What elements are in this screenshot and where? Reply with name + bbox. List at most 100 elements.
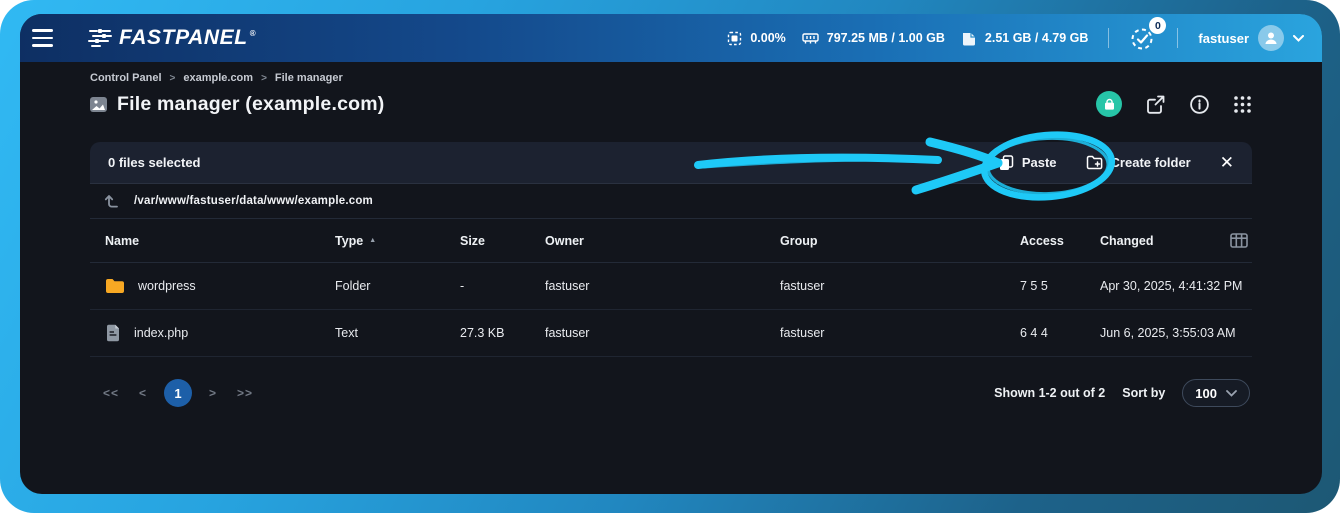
chevron-down-icon bbox=[1293, 35, 1304, 42]
next-page-button[interactable]: > bbox=[200, 386, 226, 400]
brand-logo[interactable]: FASTPANEL ® bbox=[88, 26, 256, 50]
user-menu[interactable]: fastuser bbox=[1198, 25, 1304, 51]
cpu-icon bbox=[727, 31, 742, 46]
prev-page-button[interactable]: < bbox=[130, 386, 156, 400]
table-row[interactable]: index.php Text 27.3 KB fastuser fastuser… bbox=[90, 310, 1252, 357]
file-name: wordpress bbox=[138, 279, 196, 293]
paste-button[interactable]: Paste bbox=[999, 155, 1057, 171]
column-header-changed[interactable]: Changed bbox=[1100, 233, 1252, 248]
breadcrumb-control-panel[interactable]: Control Panel bbox=[90, 72, 162, 84]
file-group: fastuser bbox=[780, 326, 1020, 340]
bag-icon bbox=[1103, 98, 1116, 111]
per-page-value: 100 bbox=[1195, 386, 1217, 401]
hamburger-icon[interactable] bbox=[32, 26, 62, 50]
apps-menu-button[interactable] bbox=[1233, 95, 1252, 114]
folder-plus-icon bbox=[1086, 155, 1103, 170]
disk-icon bbox=[961, 31, 977, 46]
file-name: index.php bbox=[134, 326, 188, 340]
file-changed: Apr 30, 2025, 4:41:32 PM bbox=[1100, 279, 1252, 293]
column-label: Owner bbox=[545, 234, 584, 248]
breadcrumb: Control Panel > example.com > File manag… bbox=[90, 72, 1252, 84]
file-name-cell: wordpress bbox=[105, 278, 335, 294]
disk-value: 2.51 GB / 4.79 GB bbox=[985, 31, 1089, 45]
logo-text: FASTPANEL bbox=[119, 26, 248, 50]
pagination: << < 1 > >> Shown 1-2 out of 2 Sort by 1… bbox=[90, 379, 1252, 407]
up-directory-icon[interactable] bbox=[104, 193, 121, 210]
cpu-value: 0.00% bbox=[750, 31, 785, 45]
current-path: /var/www/fastuser/data/www/example.com bbox=[134, 195, 373, 207]
table-header: Name Type ▲ Size Owner Group Access bbox=[90, 219, 1252, 263]
marketplace-button[interactable] bbox=[1096, 91, 1122, 117]
current-page-button[interactable]: 1 bbox=[164, 379, 192, 407]
logo-registered-mark: ® bbox=[250, 29, 256, 38]
pagination-right: Shown 1-2 out of 2 Sort by 100 bbox=[994, 379, 1250, 407]
file-access: 6 4 4 bbox=[1020, 326, 1100, 340]
open-external-button[interactable] bbox=[1145, 94, 1166, 115]
column-label: Type bbox=[335, 234, 363, 248]
page-title: File manager (example.com) bbox=[117, 93, 384, 116]
shown-summary: Shown 1-2 out of 2 bbox=[994, 386, 1105, 400]
app-window: FASTPANEL ® 0.00% bbox=[20, 14, 1322, 494]
tasks-button[interactable]: 0 bbox=[1129, 24, 1157, 52]
column-label: Group bbox=[780, 234, 818, 248]
paste-label: Paste bbox=[1022, 155, 1057, 170]
cpu-stat: 0.00% bbox=[727, 31, 785, 46]
column-header-type[interactable]: Type ▲ bbox=[335, 234, 460, 248]
file-owner: fastuser bbox=[545, 326, 780, 340]
first-page-button[interactable]: << bbox=[98, 386, 124, 400]
divider bbox=[1108, 28, 1109, 48]
path-bar: /var/www/fastuser/data/www/example.com bbox=[90, 184, 1252, 219]
breadcrumb-separator: > bbox=[261, 73, 267, 84]
columns-icon bbox=[1230, 233, 1248, 248]
external-link-icon bbox=[1145, 94, 1166, 115]
selection-count: 0 files selected bbox=[108, 155, 201, 170]
column-header-owner[interactable]: Owner bbox=[545, 234, 780, 248]
breadcrumb-separator: > bbox=[170, 73, 176, 84]
divider bbox=[1177, 28, 1178, 48]
column-header-size[interactable]: Size bbox=[460, 234, 545, 248]
column-header-group[interactable]: Group bbox=[780, 234, 1020, 248]
columns-settings-button[interactable] bbox=[1230, 233, 1248, 248]
breadcrumb-file-manager[interactable]: File manager bbox=[275, 72, 343, 84]
column-label: Changed bbox=[1100, 234, 1153, 248]
file-size: - bbox=[460, 279, 545, 293]
selection-toolbar: 0 files selected Paste bbox=[90, 142, 1252, 184]
table-row[interactable]: wordpress Folder - fastuser fastuser 7 5… bbox=[90, 263, 1252, 310]
avatar bbox=[1258, 25, 1284, 51]
paste-icon bbox=[999, 155, 1014, 171]
avatar-icon bbox=[1263, 30, 1279, 46]
close-icon[interactable]: ✕ bbox=[1220, 154, 1234, 171]
image-icon bbox=[90, 97, 107, 112]
toolbar-actions: Paste Create folder ✕ bbox=[999, 154, 1234, 171]
folder-icon bbox=[105, 278, 125, 294]
column-header-name[interactable]: Name bbox=[105, 234, 335, 248]
per-page-select[interactable]: 100 bbox=[1182, 379, 1250, 407]
page-nav: << < 1 > >> bbox=[98, 379, 258, 407]
top-bar: FASTPANEL ® 0.00% bbox=[20, 14, 1322, 62]
sort-asc-icon: ▲ bbox=[369, 237, 376, 244]
memory-stat: 797.25 MB / 1.00 GB bbox=[802, 31, 945, 45]
info-button[interactable] bbox=[1189, 94, 1210, 115]
equalizer-icon bbox=[88, 28, 112, 48]
column-label: Access bbox=[1020, 234, 1064, 248]
breadcrumb-site[interactable]: example.com bbox=[183, 72, 253, 84]
file-icon bbox=[105, 324, 121, 342]
file-access: 7 5 5 bbox=[1020, 279, 1100, 293]
grid-icon bbox=[1233, 95, 1252, 114]
title-row: File manager (example.com) bbox=[90, 91, 1252, 117]
disk-stat: 2.51 GB / 4.79 GB bbox=[961, 31, 1089, 46]
column-header-access[interactable]: Access bbox=[1020, 234, 1100, 248]
file-owner: fastuser bbox=[545, 279, 780, 293]
memory-value: 797.25 MB / 1.00 GB bbox=[827, 31, 945, 45]
resource-stats: 0.00% 797.25 MB / 1.00 GB bbox=[727, 24, 1304, 52]
tasks-count-badge: 0 bbox=[1149, 17, 1166, 34]
file-group: fastuser bbox=[780, 279, 1020, 293]
screenshot-stage: FASTPANEL ® 0.00% bbox=[0, 0, 1340, 513]
file-size: 27.3 KB bbox=[460, 326, 545, 340]
create-folder-button[interactable]: Create folder bbox=[1086, 155, 1191, 170]
column-label: Name bbox=[105, 234, 139, 248]
sort-by-label: Sort by bbox=[1122, 386, 1165, 400]
username: fastuser bbox=[1198, 31, 1249, 46]
file-changed: Jun 6, 2025, 3:55:03 AM bbox=[1100, 326, 1252, 340]
last-page-button[interactable]: >> bbox=[232, 386, 258, 400]
